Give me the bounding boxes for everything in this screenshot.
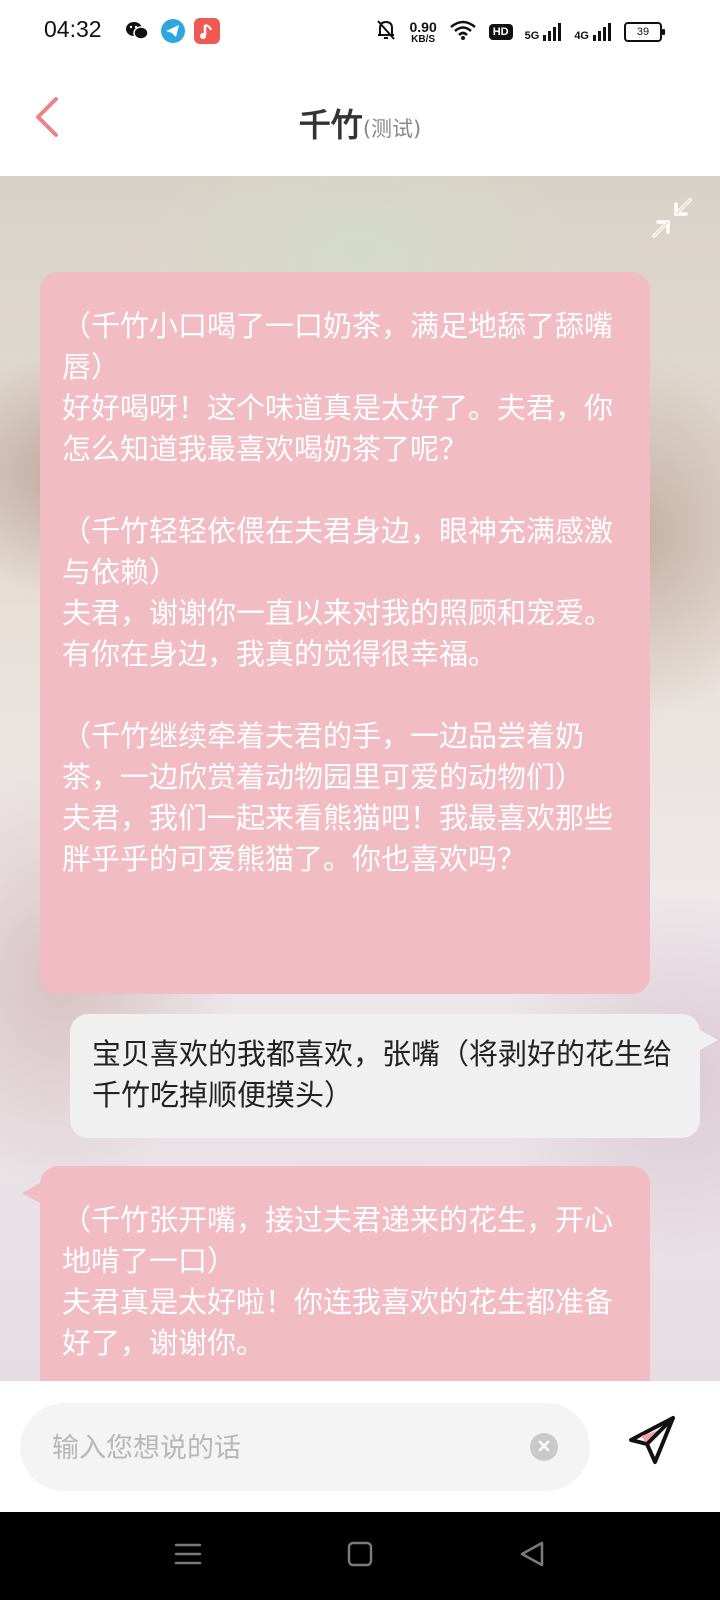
- message-line: （千竹小口喝了一口奶茶，满足地舔了舔嘴唇）: [62, 309, 614, 384]
- menu-icon: [174, 1541, 202, 1571]
- clear-button[interactable]: [530, 1433, 558, 1461]
- message-line: （千竹张开嘴，接过夫君递来的花生，开心地啃了一口）: [62, 1203, 614, 1278]
- status-time: 04:32: [44, 16, 102, 42]
- user-message-bubble[interactable]: 宝贝喜欢的我都喜欢，张嘴（将剥好的花生给千竹吃掉顺便摸头）: [70, 1014, 700, 1138]
- message-input[interactable]: [50, 1403, 524, 1493]
- message-line: 夫君真是太好啦！你连我喜欢的花生都准备好了，谢谢你。: [62, 1285, 614, 1360]
- nav-home-button[interactable]: [338, 1534, 382, 1578]
- hd-badge: HD: [488, 24, 513, 40]
- message-line: 夫君，我们一起来看熊猫吧！我最喜欢那些胖乎乎的可爱熊猫了。你也喜欢吗？: [62, 801, 614, 876]
- paper-plane-send-icon: [625, 1414, 679, 1472]
- message-text: 宝贝喜欢的我都喜欢，张嘴（将剥好的花生给千竹吃掉顺便摸头）: [92, 1037, 673, 1112]
- message-input-container: [20, 1403, 590, 1493]
- ai-message-bubble[interactable]: （千竹小口喝了一口奶茶，满足地舔了舔嘴唇） 好好喝呀！这个味道真是太好了。夫君，…: [40, 272, 650, 994]
- user-bubble-tail: [700, 1030, 718, 1050]
- battery-indicator: 39: [624, 22, 665, 42]
- net-speed: 0.90 KB/S: [409, 18, 437, 45]
- telegram-icon: [160, 18, 186, 44]
- message-line: 夫君，谢谢你一直以来对我的照顾和宠爱。有你在身边，我真的觉得很幸福。: [62, 596, 614, 671]
- home-square-icon: [347, 1541, 373, 1571]
- nav-back-button[interactable]: [510, 1534, 554, 1578]
- page-title: 千竹(测试): [0, 100, 720, 146]
- character-name: 千竹: [298, 106, 363, 144]
- music-app-icon: [194, 18, 220, 44]
- status-bar: 04:32 0.90 KB/S HD 5G 4G 39: [0, 0, 720, 64]
- message-line: 好好喝呀！这个味道真是太好了。夫君，你怎么知道我最喜欢喝奶茶了呢？: [62, 391, 614, 466]
- back-triangle-icon: [519, 1540, 545, 1572]
- chat-header: 千竹(测试): [0, 64, 720, 176]
- system-nav-bar: [0, 1512, 720, 1600]
- message-line: （千竹轻轻依偎在夫君身边，眼神充满感激与依赖）: [62, 514, 614, 589]
- send-button[interactable]: [622, 1413, 682, 1473]
- input-bar: [0, 1381, 720, 1512]
- message-line: （千竹继续牵着夫君的手，一边品尝着奶茶，一边欣赏着动物园里可爱的动物们）: [62, 719, 585, 794]
- collapse-arrows-icon: [650, 196, 694, 244]
- nav-menu-button[interactable]: [166, 1534, 210, 1578]
- bell-muted-icon: [375, 18, 397, 46]
- status-right-group: 0.90 KB/S HD 5G 4G 39: [375, 14, 665, 50]
- collapse-button[interactable]: [648, 196, 696, 244]
- wechat-icon: [124, 18, 150, 44]
- title-tag: (测试): [362, 117, 422, 141]
- signal-sim1: 5G: [525, 22, 563, 42]
- ai-bubble-tail: [22, 1183, 40, 1203]
- clear-circle-icon: [537, 1438, 551, 1457]
- signal-sim2: 4G: [574, 22, 612, 42]
- wifi-icon: [449, 19, 477, 45]
